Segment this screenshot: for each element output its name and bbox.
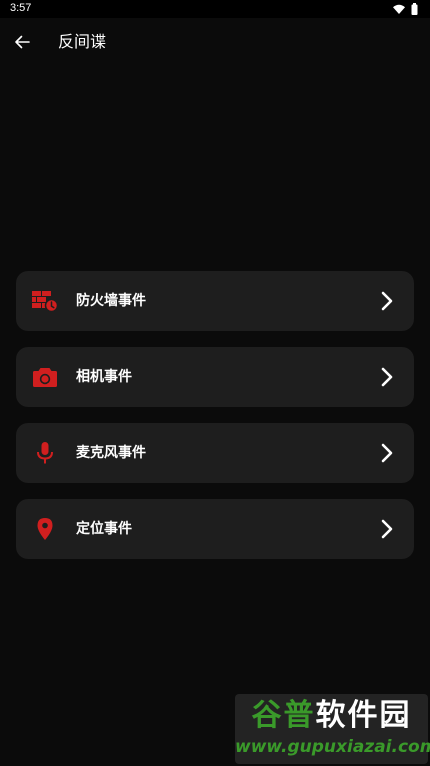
status-bar: 3:57: [0, 0, 430, 18]
location-events-item[interactable]: 定位事件: [16, 499, 414, 559]
microphone-events-item[interactable]: 麦克风事件: [16, 423, 414, 483]
camera-events-item[interactable]: 相机事件: [16, 347, 414, 407]
status-time: 3:57: [10, 2, 32, 14]
arrow-left-icon: [15, 35, 30, 49]
watermark-title-part1: 谷普: [251, 698, 316, 733]
watermark-title: 谷普软件园: [235, 698, 428, 734]
menu-item-label: 防火墙事件: [76, 293, 146, 309]
menu-item-label: 相机事件: [76, 369, 132, 385]
menu-item-label: 麦克风事件: [76, 445, 146, 461]
chevron-right-icon: [381, 443, 393, 463]
chevron-right-icon: [381, 367, 393, 387]
camera-icon: [33, 368, 57, 387]
microphone-icon: [37, 442, 53, 464]
page-title: 反间谍: [58, 32, 107, 51]
watermark-url: www.gupuxiazai.com: [235, 737, 430, 757]
wifi-icon: [393, 4, 405, 14]
location-pin-icon: [37, 518, 53, 540]
menu-list: 防火墙事件 相机事件 麦克风事件 定位事件: [16, 271, 414, 575]
firewall-icon: [32, 291, 58, 312]
watermark: 谷普软件园 www.gupuxiazai.com: [235, 694, 430, 764]
menu-item-label: 定位事件: [76, 521, 132, 537]
app-bar: 反间谍: [0, 18, 430, 66]
battery-icon: [411, 3, 418, 15]
status-icons: [393, 3, 418, 15]
chevron-right-icon: [381, 291, 393, 311]
back-button[interactable]: [10, 30, 34, 54]
chevron-right-icon: [381, 519, 393, 539]
firewall-events-item[interactable]: 防火墙事件: [16, 271, 414, 331]
watermark-title-part2: 软件园: [315, 698, 412, 733]
